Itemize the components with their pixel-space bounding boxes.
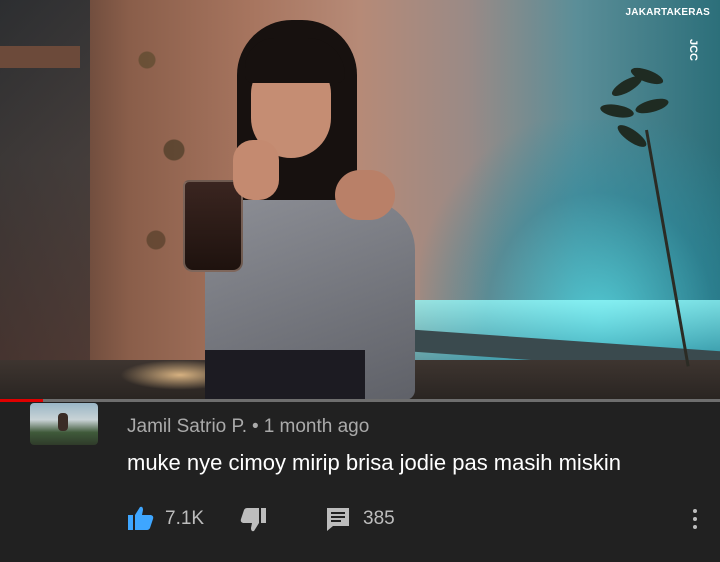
video-progress-bar[interactable] (0, 399, 720, 402)
thumbs-up-icon[interactable] (127, 505, 155, 531)
avatar-person (58, 413, 68, 431)
watermark-text: JAKARTAKERAS (625, 7, 710, 18)
legs (205, 350, 365, 399)
comment-meta: Jamil Satrio P. • 1 month ago (127, 416, 369, 438)
meta-separator: • (252, 416, 259, 437)
bangs (245, 38, 345, 83)
comment-author[interactable]: Jamil Satrio P. (127, 416, 247, 437)
girl-figure (175, 20, 420, 399)
more-dot (693, 525, 697, 529)
shoulder (335, 170, 395, 220)
vertical-logo: JCC (686, 38, 699, 62)
more-dot (693, 509, 697, 513)
video-thumbnail-photo[interactable]: JAKARTAKERAS JCC (0, 0, 720, 399)
progress-played (0, 399, 44, 402)
potted-plant (590, 60, 690, 367)
reply-count: 385 (363, 508, 395, 529)
screenshot-frame: JAKARTAKERAS JCC Jamil Satrio P. • 1 month… (0, 0, 720, 562)
more-vert-icon[interactable] (687, 505, 703, 535)
thumbs-down-icon[interactable] (239, 507, 267, 533)
avatar[interactable] (30, 403, 98, 445)
comment-text: muke nye cimoy mirip brisa jodie pas mas… (127, 450, 621, 475)
more-dot (693, 517, 697, 521)
wall-shelf (0, 46, 80, 68)
drink-cup (183, 180, 243, 272)
comment-actions: 7.1K 385 (127, 503, 707, 537)
plant-leaf (599, 102, 635, 120)
plant-leaf (614, 121, 650, 151)
plant-leaf (634, 95, 670, 117)
comment-icon[interactable] (325, 506, 351, 532)
like-count: 7.1K (165, 508, 205, 529)
hand (233, 140, 279, 200)
comment-time[interactable]: 1 month ago (264, 416, 370, 437)
